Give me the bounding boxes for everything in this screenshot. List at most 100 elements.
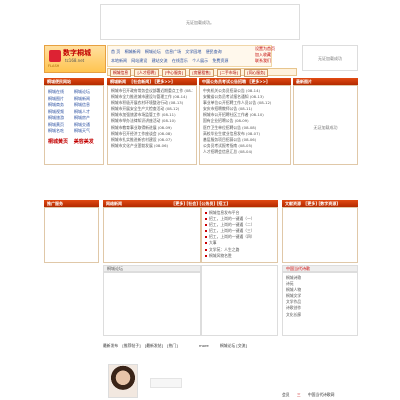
bullet-icon [205,224,207,227]
list-links: 桐城信息发布平台 招工，上岗的一键通（一） 招工，上岗的一键通（二） 招工，上岗… [201,207,278,263]
tab-housing[interactable]: [房屋租售] [189,69,214,77]
netnews-tab-civil[interactable]: [公务员] [200,201,216,206]
forum-section-header: 桐城论坛 [103,265,201,272]
site-logo[interactable]: 数字桐城 tc168.net FLASH [44,45,106,73]
beauty-badge[interactable]: 美容美发 [74,139,94,145]
footer-poetry[interactable]: 中国当代诗歌网 [308,392,335,397]
bullet-icon [205,248,207,251]
tab-secondhand[interactable]: [二手市场] [216,69,241,77]
link-pair: 桐城名吃 桐城天气 [48,128,100,135]
bottom-tab-more[interactable]: more [199,343,209,348]
tab-unity[interactable]: [同心服务] [244,69,269,77]
bottom-tab-latest[interactable]: 最新发布 [103,343,118,348]
bottom-tab-forum[interactable]: 桐城论坛 [220,343,235,348]
bullet-icon [205,212,207,214]
logo-text: 数字桐城 [63,49,91,57]
link-b[interactable]: 桐城论坛 [74,89,90,94]
bottom-tab-hot[interactable]: [热门] [167,343,178,348]
top-banner-ad[interactable]: 无证加载成功。 [100,4,300,40]
footer-three[interactable]: 三 [297,392,301,397]
culture-item[interactable]: 文化长廊 [286,312,354,318]
footer-right: 会员 三 中国当代诗歌网 [282,392,358,398]
bullet-icon [205,236,207,239]
left-section-body: 桐城在线 桐城论坛 桐城图片 桐城新闻 桐城商务 桐城信息 桐城视频 桐城人才 桐城旅游… [44,85,104,165]
nav-right-links: 设置为首页 加入收藏 联系我们 [255,46,275,64]
notice-section-title: 中国公务员考试公告招聘 [202,79,246,84]
tab-jobs[interactable]: [人才招聘] [134,69,159,77]
nav-row-1: 首 页 桐城新闻 桐城论坛 信息广场 文学园地 便民查询 [108,46,271,57]
nav-link-forum[interactable]: 桐城论坛 [145,49,161,54]
news-more-link[interactable]: [更多>>] [154,79,172,84]
bullet-icon [205,230,207,233]
culture-section-header: 中国当代诗歌 [282,265,358,272]
netnews-title: 网络新闻 [106,201,122,206]
link-b[interactable]: 桐城交通 [74,122,90,127]
bottom-tab-new[interactable]: [最新发帖] [145,343,163,348]
nav-link-home[interactable]: 首 页 [111,49,120,54]
nav-link-local-news[interactable]: 本地新闻 [111,58,127,63]
nav-link-exchange[interactable]: 建站交流 [152,58,168,63]
link-b[interactable]: 桐城房产 [74,115,90,120]
nav-link-literature[interactable]: 文学园地 [185,49,201,54]
news-item[interactable]: 桐城市文化产业蓬勃发展 (08-06) [111,143,193,149]
link-b[interactable]: 桐城新闻 [74,96,90,101]
netnews-tab-jobs[interactable]: [招工] [217,201,229,206]
news-section-header: 桐城新闻 [社会新闻] [更多>>] [107,78,197,85]
docs-title: 文献资源 [285,201,301,206]
side-ad-right[interactable]: 无证加载成功 [302,45,358,71]
link-b[interactable]: 桐城人才 [74,109,90,114]
nav-link-free[interactable]: 免费资源 [212,58,228,63]
contact-link[interactable]: 联系我们 [255,58,275,64]
bullet-icon [205,218,207,221]
nav-link-music[interactable]: 在线音乐 [172,58,188,63]
logo-icon [49,50,61,62]
docs-section-header: 文献资源 [更多] [数字资源] [282,200,358,207]
promo-section-body [44,207,99,263]
list-link[interactable]: 桐城风物名胜 [205,253,274,259]
logo-sub: tc168.net [65,58,85,63]
nav-link-news[interactable]: 桐城新闻 [125,49,141,54]
logo-flash-label: FLASH [48,64,60,68]
docs-tab-more[interactable]: [更多] [305,201,317,206]
portrait-thumbnail[interactable] [108,364,138,398]
link-b[interactable]: 桐城信息 [74,102,90,107]
link-a[interactable]: 桐城名吃 [48,128,74,135]
images-ad-placeholder[interactable]: 无证加载成功 [298,116,353,140]
docs-section-body [282,207,358,263]
nav-link-web-build[interactable]: 网站建设 [131,58,147,63]
news-section-title: 桐城新闻 [110,79,126,84]
bottom-tab-exchange[interactable]: [交流] [236,343,247,348]
netnews-tab-society[interactable]: [社会] [186,201,198,206]
nav-link-info[interactable]: 信息广场 [165,49,181,54]
bottom-tabs: 最新发布 [推荐帖子] [最新发帖] [热门] more 桐城论坛 [交流] [103,342,278,349]
netnews-tab-more[interactable]: [更多] [173,201,185,206]
culture-list: 桐城诗歌 诗苑 桐城人物 桐城文学 文学作品 诗歌创作 文化长廊 [282,272,358,336]
netnews-section-header: 网络新闻 [更多] [社会] [公务员] [招工] [103,200,278,207]
netnews-left-body [103,207,201,263]
news-tab-society[interactable]: [社会新闻] [131,79,151,84]
bottom-tab-recommend[interactable]: [推荐帖子] [122,343,140,348]
link-b[interactable]: 桐城天气 [74,128,90,133]
images-section-header: 最新图片 [293,78,358,85]
notice-section-header: 中国公务员考试公告招聘 [更多>>] [199,78,291,85]
thumb-caption-box [150,378,182,388]
footer-member[interactable]: 会员 [282,392,290,397]
forum-section-body [103,272,201,336]
notice-more-link[interactable]: [更多>>] [249,79,267,84]
main-nav: 首 页 桐城新闻 桐城论坛 信息广场 文学园地 便民查询 本地新闻 网站建设 建… [107,45,272,67]
news-list: 桐城市召开政府常务会议部署近期重点工作 (08-14) 桐城市全力推进城市建设与… [107,85,197,165]
notice-item[interactable]: 人才招聘会信息汇总 (08-04) [203,149,287,155]
nav-row-2: 本地新闻 网站建设 建站交流 在线音乐 个人展示 免费资源 [108,57,271,64]
info-tab-label: 桐城信息 [110,69,132,77]
bullet-icon [205,254,207,257]
notice-list: 中央机关公务员招录公告 (08-14) 安徽省公务员考试报名通知 (08-13)… [199,85,291,165]
docs-tab-digital[interactable]: [数字资源] [318,201,338,206]
tab-service[interactable]: [中心服务] [161,69,187,77]
left-section-header: 桐城便民网站 [44,78,104,85]
yellow-pages-badge[interactable]: 桐城黄页 [48,139,68,145]
promo-section-header: 推广服务 [44,200,99,207]
nav-link-personal[interactable]: 个人展示 [192,58,208,63]
bullet-icon [205,242,207,245]
nav-link-query[interactable]: 便民查询 [206,49,222,54]
info-tabs: 桐城信息 [人才招聘] [中心服务] [房屋租售] [二手市场] [同心服务] [107,68,297,77]
